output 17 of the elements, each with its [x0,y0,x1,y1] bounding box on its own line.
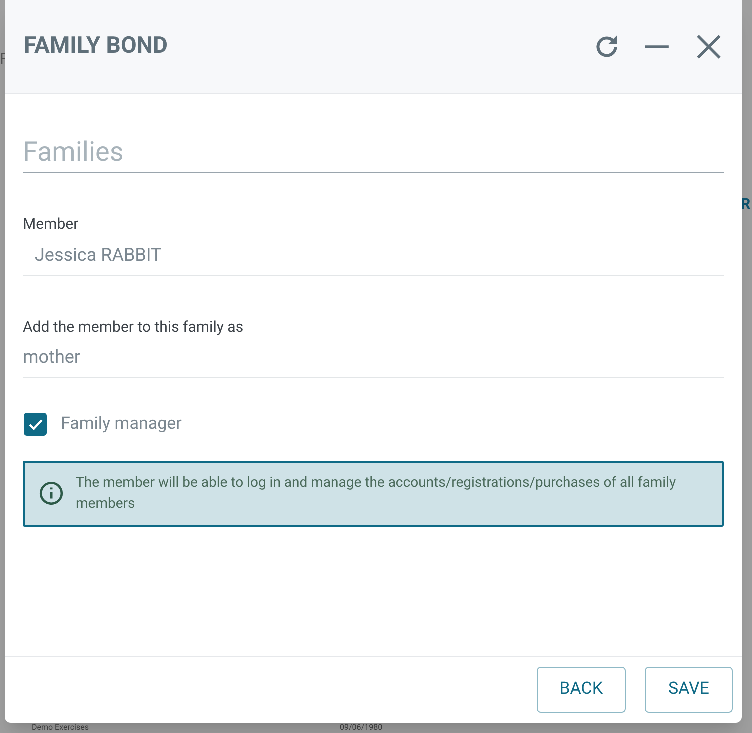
dialog-title: FAMILY BOND [24,31,169,62]
role-field: mother [23,338,724,378]
checkbox[interactable] [24,413,47,436]
checkmark-icon [28,416,44,433]
section-title: Families [23,134,724,173]
save-button[interactable]: SAVE [645,667,733,713]
field-label: Add the member to this family as [23,316,245,338]
close-icon[interactable] [696,34,722,60]
backdrop-text: R [741,194,751,215]
member-field[interactable]: Jessica RABBIT [23,236,724,276]
back-button[interactable]: BACK [536,667,626,713]
info-icon [39,481,64,506]
checkbox-label: Family manager [61,413,182,436]
backdrop-text: Demo Exercises [32,723,90,733]
field-label: Member [23,214,80,235]
info-text: The member will be able to log in and manage the accounts/registrations/purchases of all family members [76,474,678,514]
backdrop-text: 09/06/1980 [340,723,383,733]
